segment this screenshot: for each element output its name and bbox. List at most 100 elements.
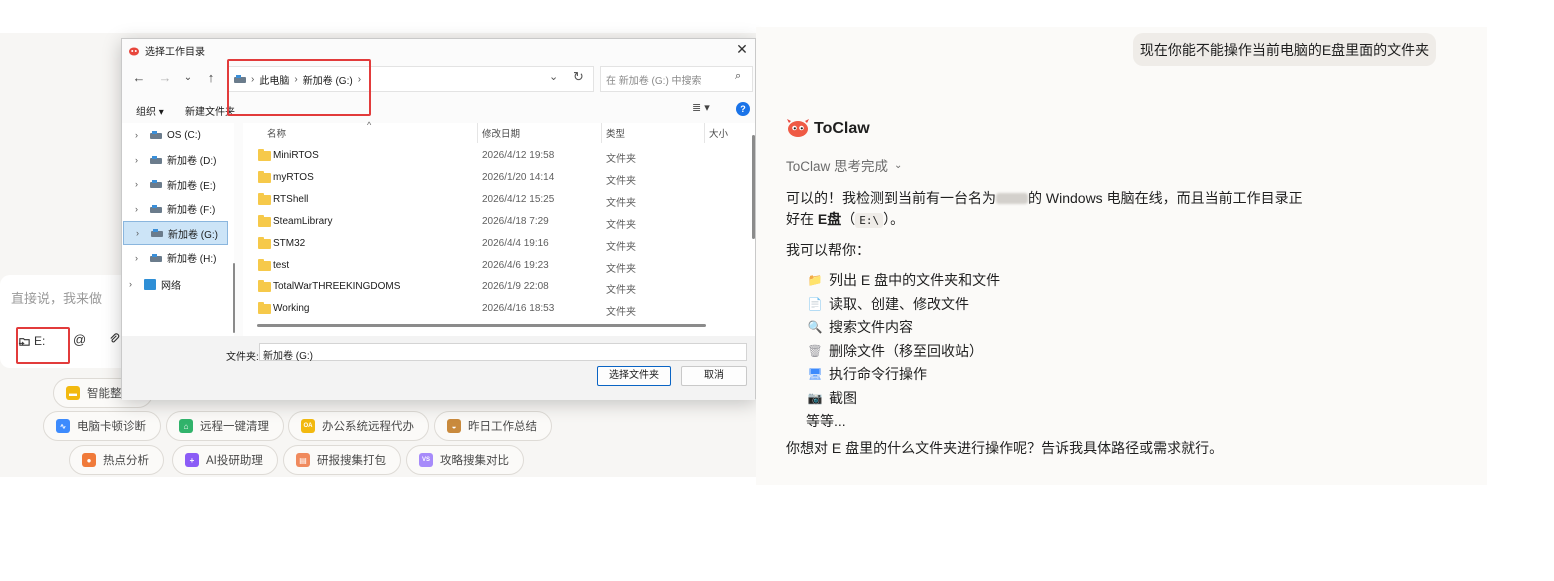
tree-item[interactable]: › 网络 (123, 272, 228, 296)
dialog-title: 选择工作目录 (145, 46, 205, 58)
tree-item[interactable]: › 新加卷 (D:) (123, 148, 228, 172)
file-row[interactable]: TotalWarTHREEKINGDOMS 2026/1/9 22:08 文件夹 (243, 276, 748, 298)
tree-item[interactable]: › 新加卷 (G:) (123, 221, 228, 245)
folder-icon (258, 302, 271, 315)
address-dropdown-icon[interactable]: ⌄ (549, 70, 558, 83)
user-message-bubble: 现在你能不能操作当前电脑的E盘里面的文件夹 (1133, 33, 1436, 66)
expand-chevron-icon[interactable]: › (135, 130, 145, 140)
quick-action-label: 远程一键清理 (200, 421, 269, 433)
mention-icon[interactable]: @ (73, 332, 86, 347)
capability-item: 🖥 执行命令行操作 (807, 364, 927, 384)
tree-scrollbar[interactable] (231, 123, 237, 336)
quick-action-chip[interactable]: + AI投研助理 (172, 445, 278, 475)
folder-icon (258, 149, 271, 161)
column-date[interactable]: 修改日期 (482, 126, 520, 140)
file-row[interactable]: myRTOS 2026/1/20 14:14 文件夹 (243, 167, 748, 189)
tree-item[interactable]: › 新加卷 (H:) (123, 246, 228, 270)
file-row[interactable]: test 2026/4/6 19:23 文件夹 (243, 255, 748, 277)
quick-action-chip[interactable]: VS 攻略搜集对比 (406, 445, 524, 475)
file-row[interactable]: Working 2026/4/16 18:53 文件夹 (243, 298, 748, 320)
box-icon: ▤ (296, 453, 310, 467)
file-row[interactable]: MiniRTOS 2026/4/12 19:58 文件夹 (243, 145, 748, 167)
file-type: 文件夹 (606, 197, 636, 209)
tree-item-label: OS (C:) (167, 129, 201, 141)
breadcrumb-this-pc[interactable]: 此电脑 (259, 72, 289, 87)
view-options-icon[interactable]: ≣ ▾ (692, 101, 710, 114)
dialog-toolbar: 组织 ▾ 新建文件夹 ≣ ▾ ? (122, 97, 755, 121)
file-name: TotalWarTHREEKINGDOMS (273, 281, 401, 293)
folder-label: 文件夹: (226, 352, 259, 363)
expand-chevron-icon[interactable]: › (135, 253, 145, 263)
file-row[interactable]: SteamLibrary 2026/4/18 7:29 文件夹 (243, 211, 748, 233)
quick-action-label: AI投研助理 (206, 455, 263, 467)
quick-action-chip[interactable]: ⌂ 远程一键清理 (166, 411, 284, 441)
horizontal-scrollbar[interactable] (257, 324, 706, 327)
folder-switch-icon (18, 337, 30, 346)
folder-picker-dialog: 选择工作目录 ✕ ← → ⌄ ↑ › 此电脑 › 新加卷 (G:) › ⌄ ↻ … (121, 38, 756, 400)
file-type: 文件夹 (606, 154, 636, 165)
expand-chevron-icon[interactable]: › (135, 204, 145, 214)
close-icon[interactable]: ✕ (733, 41, 751, 58)
history-chevron-icon[interactable]: ⌄ (179, 72, 197, 83)
expand-chevron-icon[interactable]: › (136, 228, 146, 238)
file-date: 2026/4/4 19:16 (482, 237, 549, 249)
file-list: 名称 修改日期 类型 大小 ^ MiniRTOS 2026/4/12 19:58 文… (243, 120, 755, 336)
search-input[interactable]: 在 新加卷 (G:) 中搜索 (600, 66, 753, 92)
file-name: RTShell (273, 193, 309, 205)
file-row[interactable]: RTShell 2026/4/12 15:25 文件夹 (243, 189, 748, 211)
expand-chevron-icon[interactable]: › (135, 179, 145, 189)
reply-text: 可以的！我检测到当前有一台名为 (786, 190, 996, 206)
folder-icon: ▬ (66, 386, 80, 400)
breadcrumb-drive-g[interactable]: 新加卷 (G:) (303, 72, 353, 87)
refresh-icon[interactable]: ↻ (573, 69, 584, 85)
organize-menu[interactable]: 组织 ▾ (136, 103, 164, 118)
chart-icon: ∿ (56, 419, 70, 433)
drive-icon (234, 75, 246, 83)
vertical-scrollbar[interactable] (752, 135, 755, 239)
dialog-footer: 文件夹: 新加卷 (G:) 选择文件夹 取消 (122, 336, 755, 400)
quick-action-chip[interactable]: ▤ 研报搜集打包 (283, 445, 401, 475)
chat-input-placeholder[interactable]: 直接说，我来做 (11, 288, 102, 307)
up-arrow-icon[interactable]: ↑ (202, 70, 220, 85)
reply-paragraph-2: 我可以帮你： (786, 242, 870, 258)
think-status-toggle[interactable]: ToClaw 思考完成 ⌄ (786, 155, 902, 175)
reply-inline-code: E:\ (855, 213, 884, 228)
trash-icon: 🗑 (807, 343, 823, 358)
folder-name-input[interactable]: 新加卷 (G:) (259, 343, 747, 362)
file-name: MiniRTOS (273, 150, 319, 161)
redacted-computer-name (996, 193, 1028, 204)
attachment-icon[interactable] (108, 332, 121, 348)
new-folder-button[interactable]: 新建文件夹 (185, 103, 235, 118)
quick-action-chip[interactable]: OA 办公系统远程代办 (288, 411, 429, 441)
cancel-button[interactable]: 取消 (681, 366, 747, 386)
tree-item[interactable]: › 新加卷 (E:) (123, 172, 228, 196)
column-type[interactable]: 类型 (606, 126, 625, 140)
file-name: SteamLibrary (273, 215, 333, 227)
capability-text: 列出 E 盘中的文件夹和文件 (829, 272, 1001, 288)
file-name: STM32 (273, 237, 306, 249)
file-type: 文件夹 (606, 175, 636, 187)
file-row[interactable]: STM32 2026/4/4 19:16 文件夹 (243, 233, 748, 255)
forward-arrow-icon[interactable]: → (156, 70, 174, 85)
tree-item[interactable]: › OS (C:) (123, 123, 228, 147)
back-arrow-icon[interactable]: ← (130, 70, 148, 85)
help-icon[interactable]: ? (736, 102, 750, 116)
expand-chevron-icon[interactable]: › (129, 279, 139, 289)
oa-icon: OA (301, 419, 315, 433)
address-bar[interactable]: › 此电脑 › 新加卷 (G:) › (228, 66, 594, 92)
tree-item[interactable]: › 新加卷 (F:) (123, 197, 228, 221)
expand-chevron-icon[interactable]: › (135, 155, 145, 165)
quick-action-chip[interactable]: ● 热点分析 (69, 445, 164, 475)
column-size[interactable]: 大小 (709, 126, 728, 140)
working-dir-chip[interactable]: E: (18, 330, 45, 352)
select-folder-button[interactable]: 选择文件夹 (597, 366, 671, 386)
reply-etc: 等等... (806, 413, 846, 429)
quick-action-chip[interactable]: ◒ 昨日工作总结 (434, 411, 552, 441)
document-icon: 📄 (807, 296, 823, 311)
network-icon (144, 278, 156, 290)
chevron-down-icon: ⌄ (894, 159, 903, 171)
column-name[interactable]: 名称 (267, 126, 286, 140)
toclaw-logo-icon (129, 47, 139, 55)
quick-action-chip[interactable]: ∿ 电脑卡顿诊断 (43, 411, 161, 441)
capability-item: 📷 截图 (808, 388, 857, 408)
